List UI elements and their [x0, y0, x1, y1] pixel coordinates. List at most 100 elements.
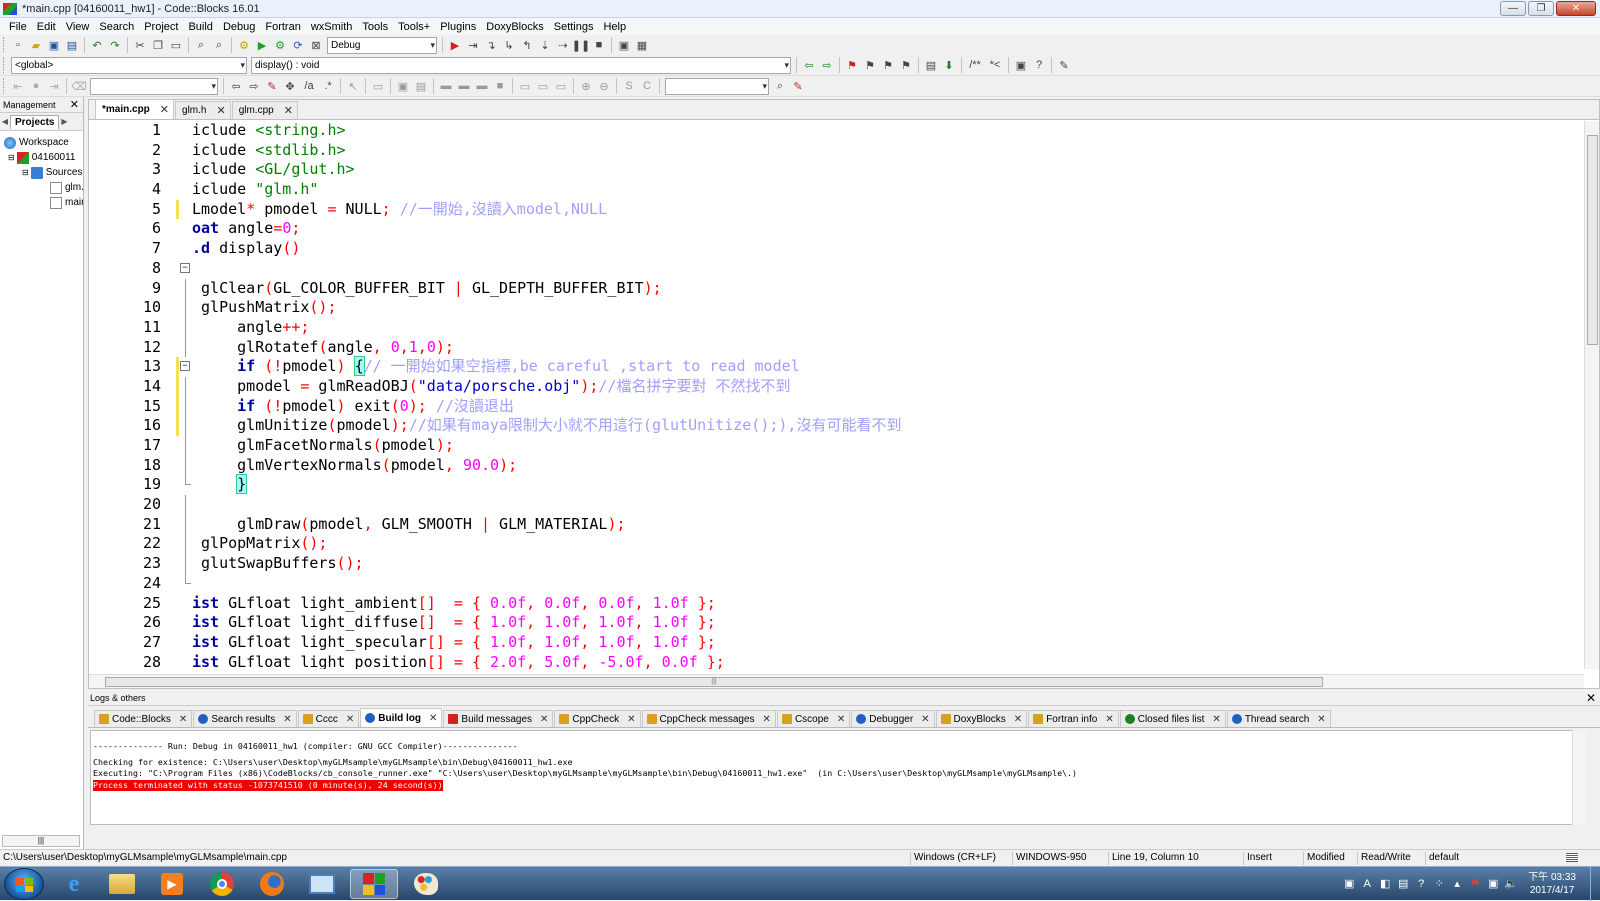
code-line[interactable]: 21 glmDraw(pmodel, GLM_SMOOTH | GLM_MATE… [89, 514, 1584, 535]
code-line[interactable]: 9 glClear(GL_COLOR_BUFFER_BIT | GL_DEPTH… [89, 278, 1584, 299]
jump-forward-icon[interactable]: ⇨ [819, 57, 835, 73]
code-line[interactable]: 4 iclude "glm.h" [89, 180, 1584, 200]
ime-mode-icon[interactable]: ◧ [1378, 877, 1392, 891]
menu-edit[interactable]: Edit [32, 18, 61, 36]
html-docs-icon[interactable]: ▣ [1013, 57, 1029, 73]
menu-search[interactable]: Search [94, 18, 139, 36]
show-desktop-button[interactable] [1590, 867, 1600, 901]
close-tab-icon[interactable]: ✕ [283, 714, 291, 725]
menu-tools[interactable]: Tools [357, 18, 393, 36]
minimize-button[interactable]: — [1500, 1, 1526, 16]
copy-icon[interactable]: ❐ [150, 37, 166, 53]
close-icon[interactable]: ✕ [70, 97, 79, 113]
shape-c-icon[interactable]: ▬ [438, 78, 454, 94]
code-editor[interactable]: 1 iclude <string.h> 2 iclude <stdlib.h> 3 icl… [89, 121, 1584, 669]
code-line[interactable]: 20 [89, 495, 1584, 515]
code-line[interactable]: 27 ist GLfloat light_specular[] = { 1.0f,… [89, 633, 1584, 653]
log-tab-search-results[interactable]: Search results ✕ [193, 710, 297, 727]
various-info-icon[interactable]: ▦ [634, 37, 650, 53]
taskbar-chrome[interactable] [198, 869, 246, 899]
jump-back-icon[interactable]: ⇦ [801, 57, 817, 73]
c-icon[interactable]: C [639, 78, 655, 94]
close-tab-icon[interactable]: ✕ [627, 714, 635, 725]
redo-icon[interactable]: ↷ [107, 37, 123, 53]
editor-vertical-scrollbar[interactable] [1584, 121, 1599, 669]
menu-view[interactable]: View [61, 18, 95, 36]
close-tab-icon[interactable]: ✕ [837, 714, 845, 725]
code-line[interactable]: 11 angle++; [89, 317, 1584, 338]
shape-e-icon[interactable]: ▬ [474, 78, 490, 94]
next-bookmark-icon[interactable]: ⚑ [880, 57, 896, 73]
forward-icon[interactable]: ⇨ [246, 78, 262, 94]
tab-glm-cpp[interactable]: glm.cpp ✕ [231, 101, 298, 119]
collapse-icon[interactable]: ⊟ [22, 168, 29, 177]
code-line[interactable]: 6 oat angle=0; [89, 219, 1584, 239]
next-instruction-icon[interactable]: ⇣ [537, 37, 553, 53]
find-symbol-icon[interactable]: ⌕ [772, 78, 788, 94]
find-icon[interactable]: ⌕ [193, 37, 209, 53]
code-line[interactable]: 28 ist GLfloat light_position[] = { 2.0f,… [89, 653, 1584, 669]
shape-g-icon[interactable]: ▭ [517, 78, 533, 94]
toggle-bookmark-icon[interactable]: ⚑ [844, 57, 860, 73]
management-scrollbar[interactable]: ||| [2, 835, 80, 847]
code-line[interactable]: 25 ist GLfloat light_ambient[] = { 0.0f, … [89, 594, 1584, 614]
code-line[interactable]: 15 if (!pmodel) exit(0); //沒讀退出 [89, 396, 1584, 417]
stop-icon[interactable]: ■ [591, 37, 607, 53]
highlight-icon[interactable]: ✎ [264, 78, 280, 94]
tab-left-icon[interactable]: ◀ [0, 117, 10, 126]
close-tab-icon[interactable]: ✕ [1317, 714, 1325, 725]
tree-project[interactable]: ⊟ 04160011 [0, 150, 83, 165]
close-tab-icon[interactable]: ✕ [1212, 714, 1220, 725]
code-line[interactable]: 22 glPopMatrix(); [89, 534, 1584, 555]
new-file-icon[interactable]: ▫ [10, 37, 26, 53]
symbol-settings-icon[interactable]: ✎ [790, 78, 806, 94]
pointer-icon[interactable]: ↖ [345, 78, 361, 94]
clock[interactable]: 下午 03:33 2017/4/17 [1528, 871, 1576, 897]
collapse-icon[interactable]: ⊟ [8, 153, 15, 162]
doxywizard-icon[interactable]: ▤ [923, 57, 939, 73]
close-tab-icon[interactable]: ✕ [1014, 714, 1022, 725]
menu-file[interactable]: File [4, 18, 32, 36]
maximize-button[interactable]: ❐ [1528, 1, 1554, 16]
taskbar-codeblocks[interactable] [350, 869, 398, 899]
menu-project[interactable]: Project [139, 18, 183, 36]
fold-collapse-icon[interactable]: − [180, 262, 190, 273]
taskbar-firefox[interactable] [248, 869, 296, 899]
code-line[interactable]: 7 .d display() [89, 239, 1584, 259]
save-icon[interactable]: ▣ [46, 37, 62, 53]
paste-icon[interactable]: ▭ [168, 37, 184, 53]
log-tab-thread-search[interactable]: Thread search ✕ [1226, 710, 1331, 727]
log-tab-doxyblocks[interactable]: DoxyBlocks ✕ [935, 710, 1028, 727]
menu-doxyblocks[interactable]: DoxyBlocks [481, 18, 548, 36]
menu-wxsmith[interactable]: wxSmith [306, 18, 358, 36]
code-line[interactable]: 12 glRotatef(angle, 0,1,0); [89, 337, 1584, 358]
volume-icon[interactable]: 🔈 [1504, 877, 1518, 891]
shape-f-icon[interactable]: ■ [492, 78, 508, 94]
help-icon[interactable]: ? [1414, 877, 1428, 891]
close-button[interactable]: ✕ [1556, 1, 1596, 16]
log-tab-cccc[interactable]: Cccc ✕ [297, 710, 360, 727]
shape-b-icon[interactable]: ▤ [413, 78, 429, 94]
close-tab-icon[interactable]: ✕ [540, 714, 548, 725]
network-icon[interactable]: ▣ [1486, 877, 1500, 891]
close-tab-icon[interactable]: ✕ [1105, 714, 1113, 725]
code-line[interactable]: 23 glutSwapBuffers(); [89, 554, 1584, 574]
taskbar-ie[interactable]: e [50, 869, 98, 899]
code-line[interactable]: 26 ist GLfloat light_diffuse[] = { 1.0f, … [89, 613, 1584, 633]
shape-rect-icon[interactable]: ▭ [370, 78, 386, 94]
close-tab-icon[interactable]: ✕ [216, 104, 225, 117]
log-tab-build-messages[interactable]: Build messages ✕ [443, 710, 554, 727]
editor-horizontal-scrollbar[interactable]: ||| [89, 674, 1584, 688]
prev-bookmark-icon[interactable]: ⚑ [862, 57, 878, 73]
taskbar-paint[interactable] [402, 869, 450, 899]
code-line[interactable]: 5 Lmodel* pmodel = NULL; //一開始,沒讀入model,N… [89, 199, 1584, 220]
debug-windows-icon[interactable]: ▣ [616, 37, 632, 53]
log-tab-cppcheck-messages[interactable]: CppCheck messages ✕ [641, 710, 776, 727]
ime-icon[interactable]: ▣ [1342, 877, 1356, 891]
code-line[interactable]: 10 glPushMatrix(); [89, 298, 1584, 318]
ime-lang-indicator[interactable]: A [1360, 877, 1374, 891]
tab-glm-h[interactable]: glm.h ✕ [175, 101, 231, 119]
clear-icon[interactable]: ⌫ [71, 78, 87, 94]
close-tab-icon[interactable]: ✕ [921, 714, 929, 725]
log-scrollbar[interactable] [1572, 730, 1586, 825]
